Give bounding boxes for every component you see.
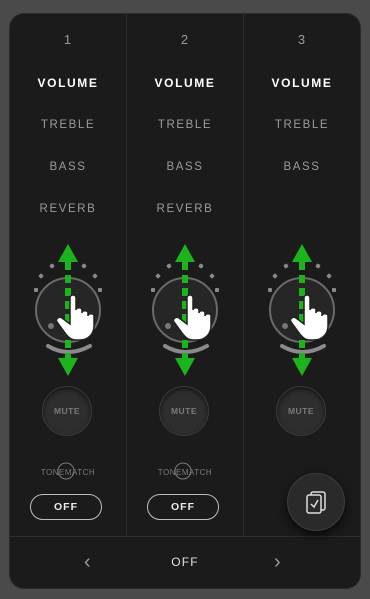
mute-button[interactable]: MUTE bbox=[42, 386, 92, 436]
tab-volume[interactable]: VOLUME bbox=[244, 76, 360, 90]
tab-treble[interactable]: TREBLE bbox=[10, 119, 126, 131]
tab-reverb[interactable]: REVERB bbox=[10, 203, 126, 215]
channel-number: 3 bbox=[297, 32, 307, 47]
tonematch-emblem-icon bbox=[174, 462, 192, 480]
tab-reverb[interactable]: REVERB bbox=[127, 203, 243, 215]
tab-bass[interactable]: BASS bbox=[10, 161, 126, 173]
tonematch-logo: TONEMATCH bbox=[127, 462, 243, 480]
presets-button[interactable] bbox=[287, 473, 345, 531]
tonematch-logo: TONEMATCH bbox=[10, 462, 126, 480]
channel-number: 1 bbox=[63, 32, 73, 47]
channel-2: 2 VOLUME TREBLE BASS REVERB MUTE TONEMAT… bbox=[127, 14, 243, 536]
chevron-right-icon[interactable]: › bbox=[274, 551, 281, 574]
volume-knob[interactable] bbox=[18, 228, 118, 388]
presets-icon bbox=[306, 491, 326, 514]
channel-3: 3 VOLUME TREBLE BASS MUTE bbox=[244, 14, 360, 536]
mute-button[interactable]: MUTE bbox=[159, 386, 209, 436]
channel-1: 1 VOLUME TREBLE BASS REVERB MUTE TONEMAT… bbox=[10, 14, 126, 536]
tab-bass[interactable]: BASS bbox=[127, 161, 243, 173]
tonematch-off-button[interactable]: OFF bbox=[147, 494, 219, 520]
bottom-status-label: OFF bbox=[171, 555, 199, 569]
tonematch-emblem-icon bbox=[57, 462, 75, 480]
channel-number: 2 bbox=[180, 32, 190, 47]
mute-button[interactable]: MUTE bbox=[276, 386, 326, 436]
tab-bass[interactable]: BASS bbox=[244, 161, 360, 173]
mixer-panel: 1 VOLUME TREBLE BASS REVERB MUTE TONEMAT… bbox=[10, 14, 360, 588]
tab-volume[interactable]: VOLUME bbox=[10, 76, 126, 90]
bottom-bar: ‹ OFF › bbox=[10, 536, 360, 588]
volume-knob[interactable] bbox=[135, 228, 235, 388]
knob-indicator bbox=[282, 323, 288, 329]
volume-knob[interactable] bbox=[252, 228, 352, 388]
knob-indicator bbox=[48, 323, 54, 329]
tab-treble[interactable]: TREBLE bbox=[127, 119, 243, 131]
tonematch-off-button[interactable]: OFF bbox=[30, 494, 102, 520]
tab-treble[interactable]: TREBLE bbox=[244, 119, 360, 131]
knob-indicator bbox=[165, 323, 171, 329]
tab-volume[interactable]: VOLUME bbox=[127, 76, 243, 90]
